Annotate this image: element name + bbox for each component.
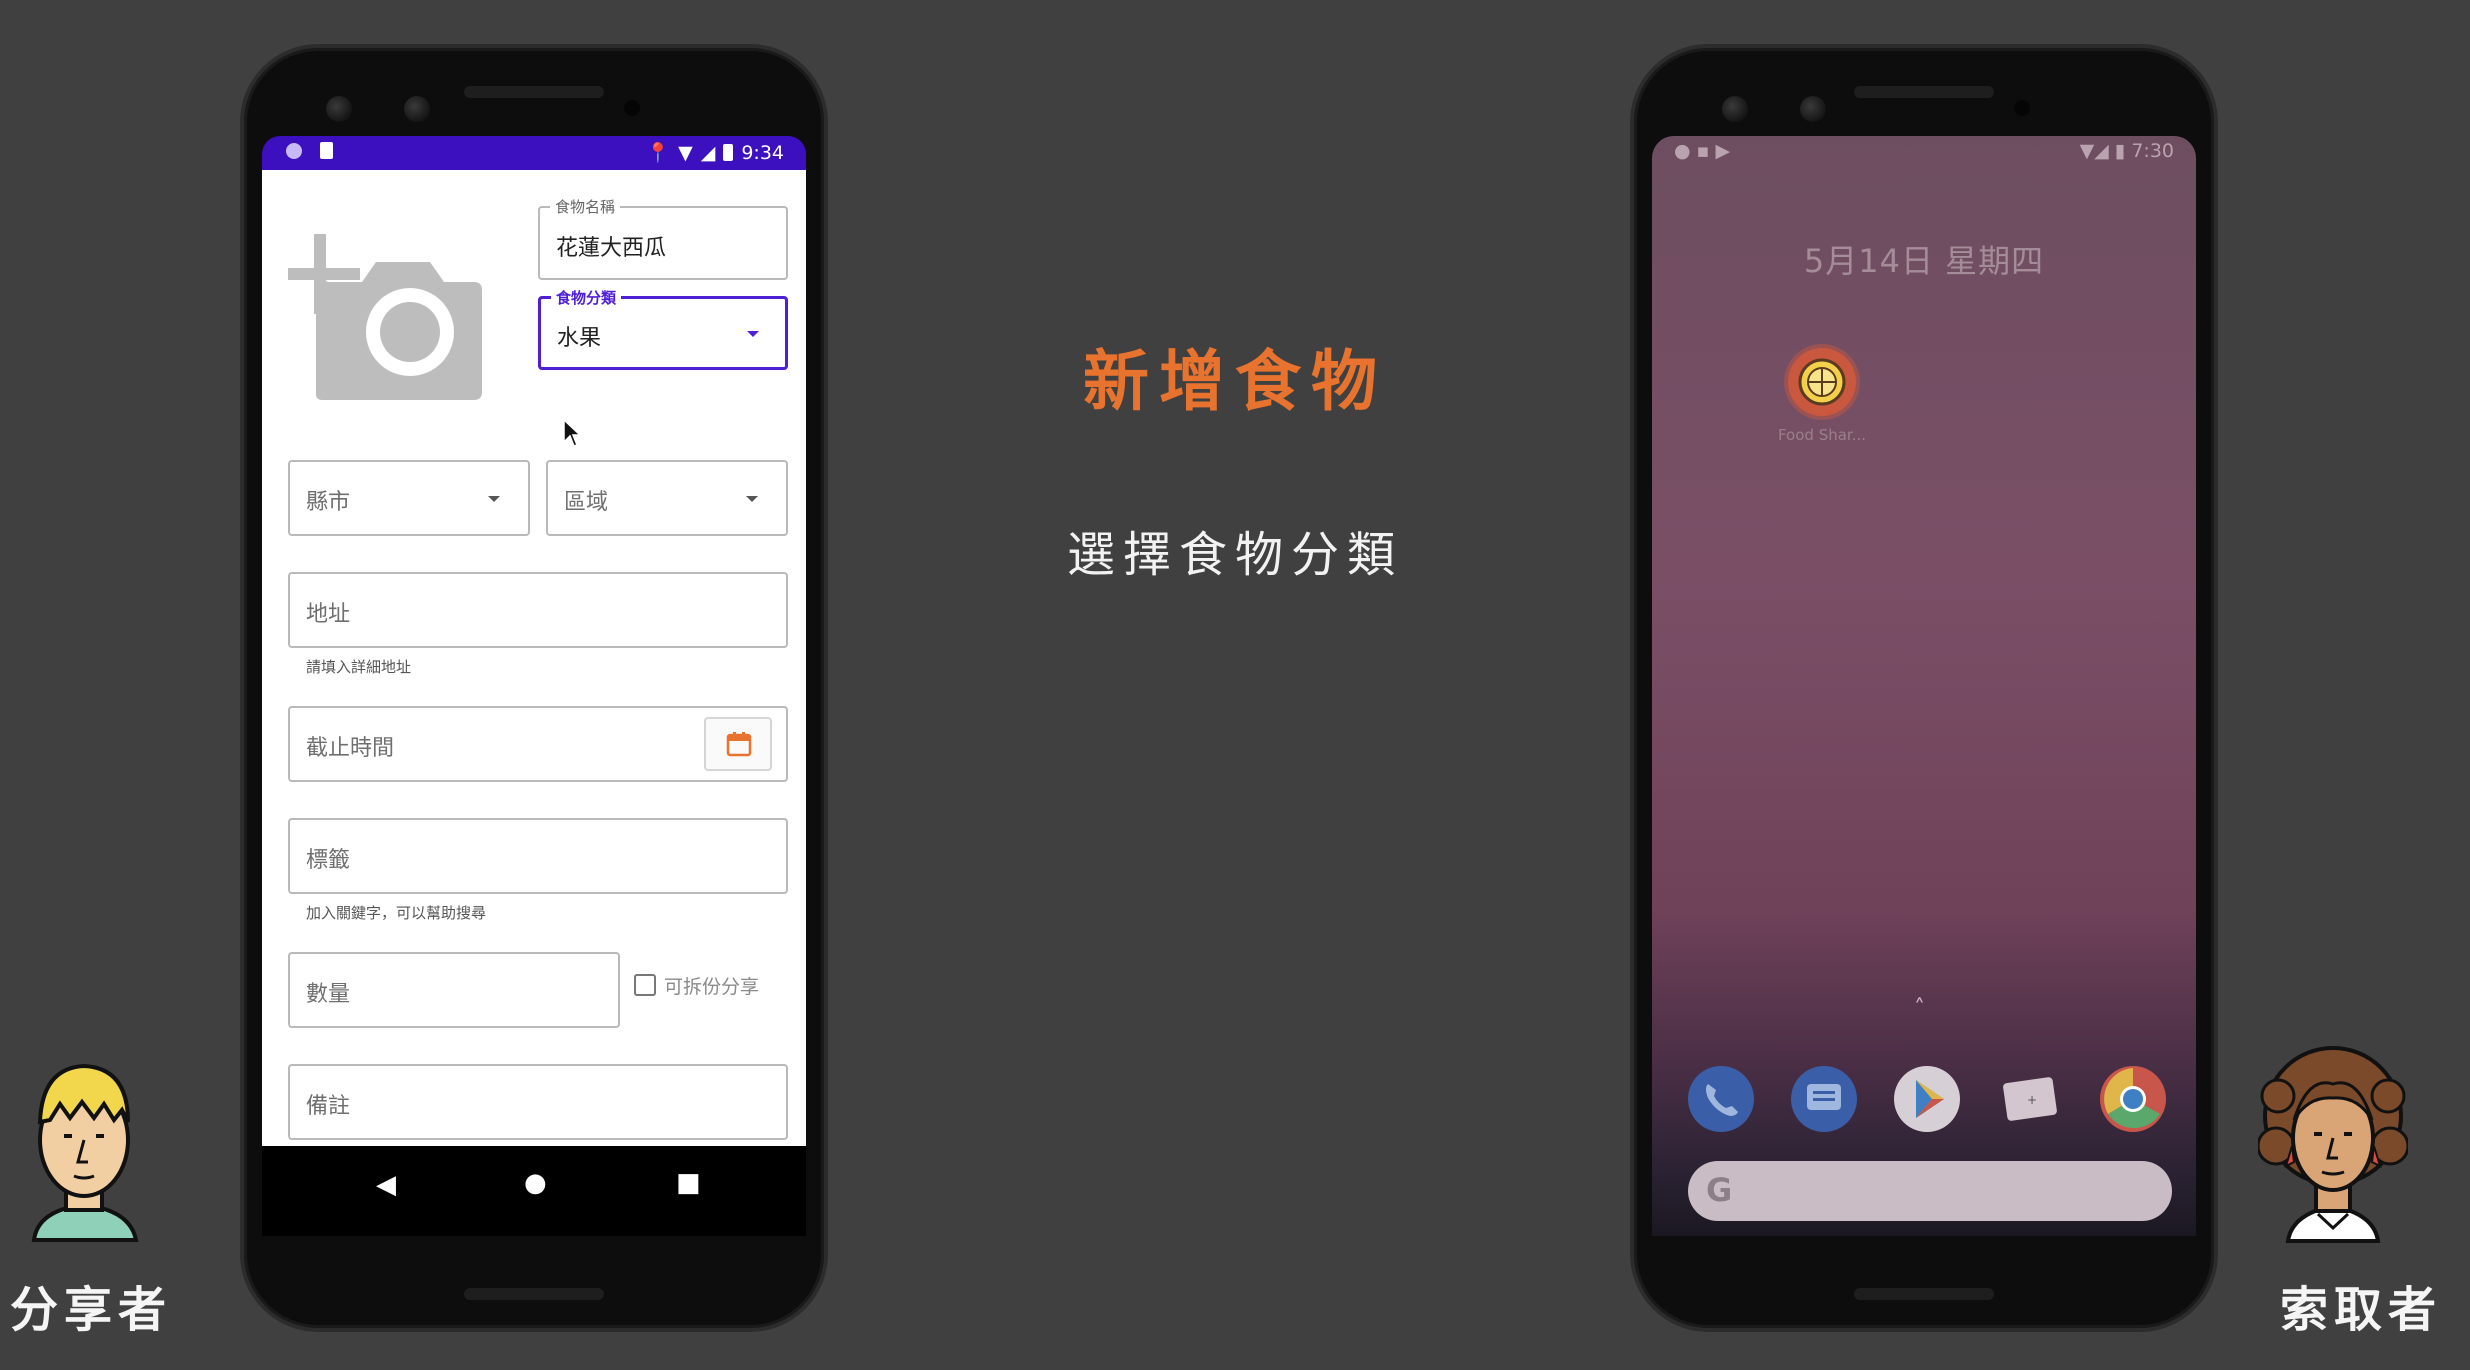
calendar-icon [726, 732, 752, 757]
proximity-sensor-icon [2014, 100, 2030, 116]
food-share-app-label: Food Shar... [1777, 426, 1867, 444]
calendar-button[interactable] [704, 717, 772, 771]
battery-icon [723, 144, 734, 161]
chrome-logo-icon [2102, 1068, 2164, 1130]
svg-text:+: + [2027, 1093, 2037, 1107]
messages-icon[interactable] [1791, 1066, 1857, 1132]
add-food-form: 食物名稱 花蓮大西瓜 食物分類 水果 縣市 區域 地址 請填入詳細地址 截止時間… [262, 170, 806, 1180]
deadline-placeholder: 截止時間 [306, 736, 395, 761]
splittable-label: 可拆份分享 [664, 976, 760, 998]
bottom-speaker [464, 1288, 604, 1300]
food-name-label: 食物名稱 [550, 196, 621, 217]
city-placeholder: 縣市 [306, 490, 351, 515]
food-share-app-icon[interactable] [1788, 348, 1856, 416]
requester-screen: ● ▪ ▶ ▼◢ ▮ 7:30 5月14日 星期四 Food Shar... ˄… [1652, 136, 2196, 1236]
notes-field[interactable]: 備註 [288, 1064, 788, 1140]
home-status-time: 7:30 [2131, 140, 2174, 162]
sharer-label: 分享者 [10, 1282, 173, 1338]
chevron-down-icon [488, 496, 500, 502]
sharer-screen: 📍 ▼ ◢ 9:34 食物名稱 花蓮大西瓜 食物分類 水果 縣市 區域 地址 請… [262, 136, 806, 1236]
phone-icon[interactable] [1688, 1066, 1754, 1132]
food-category-select[interactable]: 食物分類 水果 [538, 287, 788, 370]
district-select[interactable]: 區域 [546, 460, 788, 536]
tags-field[interactable]: 標籤 [288, 818, 788, 894]
camera-card-icon: + [2003, 1077, 2057, 1121]
tags-helper: 加入關鍵字，可以幫助搜尋 [306, 904, 487, 922]
camera-app-icon[interactable]: + [1997, 1066, 2063, 1132]
deadline-field[interactable]: 截止時間 [288, 706, 788, 782]
play-triangle-icon [1916, 1080, 1944, 1118]
play-store-icon[interactable] [1894, 1066, 1960, 1132]
chevron-down-icon [746, 496, 758, 502]
proximity-sensor-icon [624, 100, 640, 116]
app-drawer-chevron-icon[interactable]: ˄ [1914, 996, 1925, 1021]
add-photo-icon[interactable] [288, 204, 484, 400]
requester-label: 索取者 [2280, 1282, 2443, 1338]
phone-handset-icon [1706, 1084, 1738, 1116]
requester-phone: ● ▪ ▶ ▼◢ ▮ 7:30 5月14日 星期四 Food Shar... ˄… [1630, 44, 2218, 1332]
food-name-field[interactable]: 食物名稱 花蓮大西瓜 [538, 196, 788, 280]
sd-card-icon [320, 142, 333, 159]
chat-bubble-icon [1807, 1084, 1841, 1110]
bottom-speaker [1854, 1288, 1994, 1300]
sensor-icon [404, 96, 430, 122]
requester-avatar [2258, 1046, 2408, 1243]
chevron-down-icon [747, 331, 759, 337]
home-date: 5月14日 星期四 [1803, 242, 2045, 280]
sharer-avatar [31, 1063, 139, 1242]
wifi-icon: ▼ [678, 141, 693, 164]
google-search-bar[interactable]: G [1688, 1161, 2172, 1221]
home-status-left: ● ▪ ▶ [1674, 140, 1731, 162]
address-field[interactable]: 地址 [288, 572, 788, 648]
recents-icon[interactable]: ■ [676, 1168, 701, 1198]
google-g-icon: G [1706, 1171, 1733, 1209]
district-placeholder: 區域 [564, 490, 609, 515]
status-bar: 📍 ▼ ◢ 9:34 [262, 136, 806, 170]
splittable-checkbox[interactable] [634, 974, 656, 996]
chrome-icon[interactable] [2100, 1066, 2166, 1132]
quantity-field[interactable]: 數量 [288, 952, 620, 1028]
address-placeholder: 地址 [306, 602, 351, 627]
tags-placeholder: 標籤 [306, 848, 351, 873]
sensor-icon [1800, 96, 1826, 122]
food-name-value: 花蓮大西瓜 [556, 236, 667, 261]
mouse-cursor-icon [563, 418, 582, 447]
food-category-label: 食物分類 [551, 287, 622, 308]
slide-subtitle: 選擇食物分類 [1066, 527, 1403, 583]
address-helper: 請填入詳細地址 [306, 658, 412, 676]
wifi-icon: ▼◢ ▮ [2079, 140, 2132, 162]
slide-title: 新增食物 [1083, 343, 1387, 420]
location-icon: 📍 [646, 142, 671, 164]
notes-placeholder: 備註 [306, 1094, 351, 1119]
quantity-placeholder: 數量 [306, 982, 351, 1007]
home-icon[interactable]: ● [524, 1168, 547, 1198]
earpiece-speaker [1854, 86, 1994, 98]
navigation-bar: ◀ ● ■ [262, 1146, 806, 1236]
signal-icon: ◢ [700, 141, 716, 164]
home-status-right: ▼◢ ▮ 7:30 [2080, 140, 2174, 162]
lemon-icon [1798, 358, 1846, 406]
back-icon[interactable]: ◀ [376, 1170, 396, 1200]
status-time: 9:34 [741, 141, 784, 164]
sharer-phone: 📍 ▼ ◢ 9:34 食物名稱 花蓮大西瓜 食物分類 水果 縣市 區域 地址 請… [240, 44, 828, 1332]
notification-circle-icon [286, 142, 302, 159]
food-category-value: 水果 [557, 326, 602, 351]
front-camera-icon [326, 96, 352, 122]
city-select[interactable]: 縣市 [288, 460, 530, 536]
earpiece-speaker [464, 86, 604, 98]
front-camera-icon [1722, 96, 1748, 122]
